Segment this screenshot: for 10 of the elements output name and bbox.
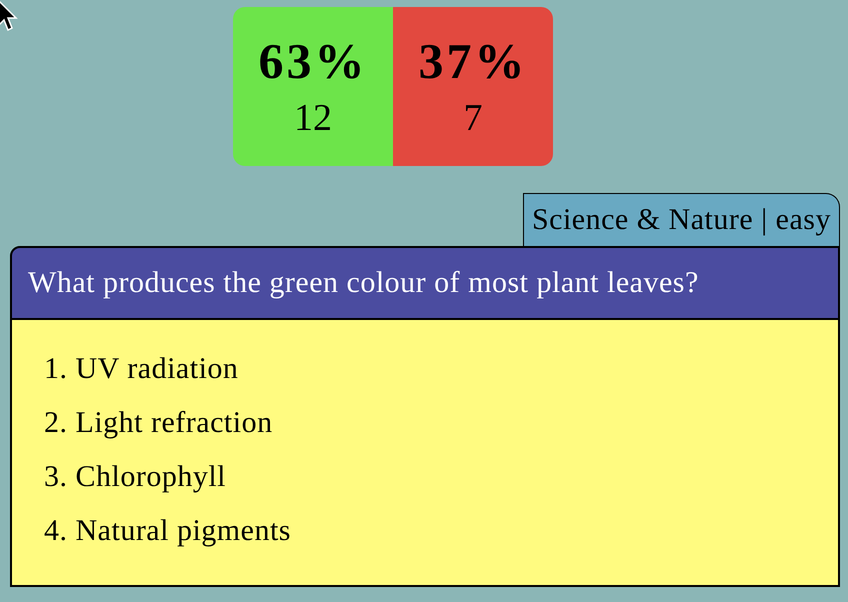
count-value: 12 (294, 96, 332, 140)
question-text: What produces the green colour of most plant leaves? (28, 265, 699, 301)
answer-option[interactable]: 2. Light refraction (44, 396, 273, 450)
category-label: Science & Nature | easy (522, 193, 840, 246)
percent-value: 63% (258, 33, 368, 89)
answer-option[interactable]: 4. Natural pigments (44, 504, 291, 558)
answer-option[interactable]: 1. UV radiation (44, 342, 238, 396)
percent-value: 37% (418, 33, 528, 89)
answer-option[interactable]: 3. Chlorophyll (44, 450, 226, 504)
count-value: 7 (464, 96, 482, 140)
